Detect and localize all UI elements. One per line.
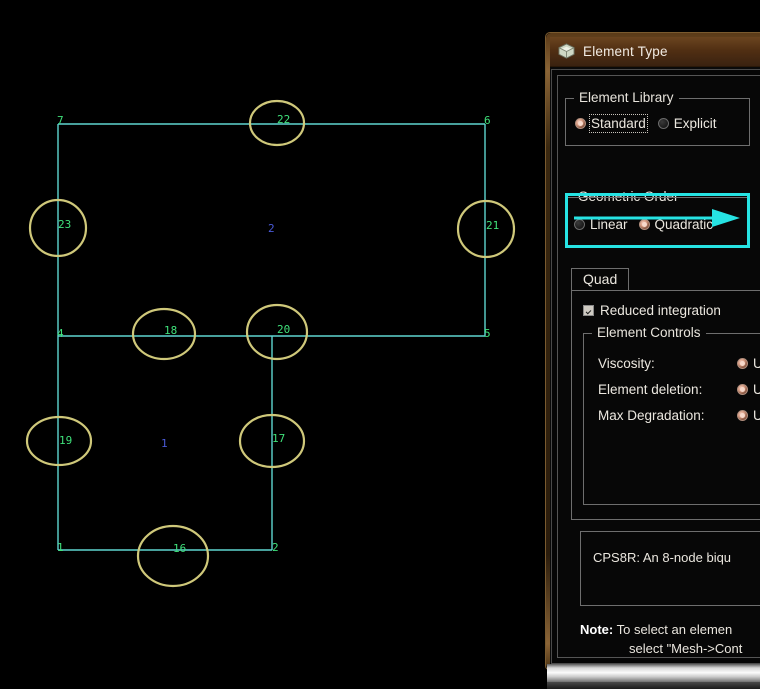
dialog-inner-pane: Element Library Standard Explicit Geomet… (557, 75, 760, 658)
dialog-title: Element Type (583, 44, 668, 59)
node-label-22: 22 (277, 113, 290, 126)
radio-explicit-label: Explicit (673, 116, 717, 131)
dialog-note: Note: To select an elemen select "Mesh->… (580, 621, 760, 659)
radio-linear[interactable]: Linear (574, 217, 628, 232)
element-label-1: 1 (161, 437, 168, 450)
node-label-17: 17 (272, 432, 285, 445)
element-library-group: Element Library Standard Explicit (565, 90, 750, 146)
viscosity-value: U (753, 356, 760, 371)
bottom-gloss-bar (547, 664, 760, 682)
element-library-legend: Element Library (574, 90, 679, 105)
element-label-2: 2 (268, 222, 275, 235)
node-label-18: 18 (164, 324, 177, 337)
control-row-max-degradation[interactable]: Max Degradation: U (598, 402, 760, 428)
viscosity-radio[interactable] (737, 357, 748, 369)
element-type-dialog[interactable]: Element Type Element Library Standard Ex… (545, 32, 760, 670)
radio-explicit[interactable]: Explicit (657, 116, 717, 131)
bottom-gloss-shadow (547, 682, 760, 689)
node-label-23: 23 (58, 218, 71, 231)
quad-tab-pane: Reduced integration Element Controls Vis… (571, 290, 760, 520)
node-label-16: 16 (173, 542, 186, 555)
node-label-6: 6 (484, 114, 491, 127)
node-label-5: 5 (484, 327, 491, 340)
node-label-7: 7 (57, 114, 64, 127)
radio-linear-label: Linear (590, 217, 628, 232)
node-label-4: 4 (57, 327, 64, 340)
hexagon-element-icon (558, 43, 575, 59)
geometric-order-group: Geometric Order Linear Quadratic (565, 189, 750, 243)
element-controls-legend: Element Controls (592, 325, 706, 340)
node-label-1: 1 (57, 541, 64, 554)
note-line-2: select "Mesh->Cont (629, 640, 743, 656)
viscosity-label: Viscosity: (598, 355, 655, 371)
reduced-integration-label: Reduced integration (600, 303, 721, 318)
dialog-titlebar[interactable]: Element Type (550, 37, 760, 67)
control-row-element-deletion[interactable]: Element deletion: U (598, 376, 760, 402)
note-prefix: Note: (580, 622, 614, 637)
element-controls-group: Element Controls Viscosity: U Element de… (583, 325, 760, 505)
element-deletion-radio[interactable] (737, 383, 748, 395)
max-degradation-value: U (753, 408, 760, 423)
reduced-integration-box (583, 305, 594, 316)
radio-quadratic-indicator (638, 219, 650, 230)
max-degradation-radio[interactable] (737, 409, 748, 421)
radio-quadratic[interactable]: Quadratic (638, 217, 714, 232)
tab-quad[interactable]: Quad (571, 268, 630, 290)
element-description-box: CPS8R: An 8-node biqu (580, 531, 760, 606)
max-degradation-label: Max Degradation: (598, 407, 705, 423)
radio-explicit-indicator (657, 118, 669, 129)
element-deletion-value: U (753, 382, 760, 397)
radio-quadratic-label: Quadratic (654, 217, 714, 232)
control-row-viscosity[interactable]: Viscosity: U (598, 350, 760, 376)
radio-standard-label: Standard (589, 114, 648, 133)
dialog-body: Element Library Standard Explicit Geomet… (551, 69, 760, 664)
node-label-20: 20 (277, 323, 290, 336)
note-line-1: To select an elemen (616, 622, 733, 637)
element-deletion-label: Element deletion: (598, 381, 703, 397)
radio-standard[interactable]: Standard (575, 114, 648, 133)
node-label-21: 21 (486, 219, 499, 232)
element-description-text: CPS8R: An 8-node biqu (593, 550, 732, 565)
radio-linear-indicator (574, 219, 585, 230)
node-label-19: 19 (59, 434, 72, 447)
radio-standard-indicator (575, 118, 586, 129)
reduced-integration-checkbox[interactable]: Reduced integration (583, 303, 721, 318)
element-tabstrip[interactable]: Quad (571, 268, 760, 291)
node-label-2: 2 (272, 541, 279, 554)
